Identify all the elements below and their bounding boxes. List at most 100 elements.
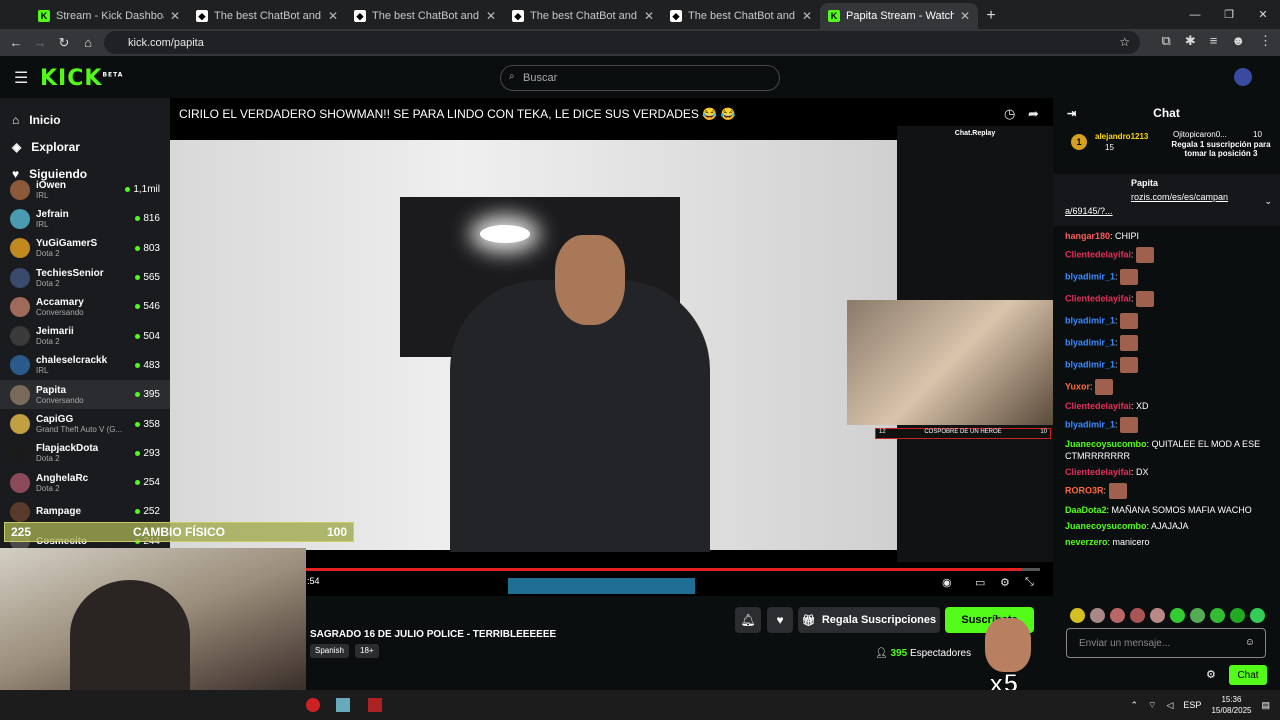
search-input[interactable]: ⌕ Buscar <box>500 65 780 91</box>
emote-shortcut-icon[interactable] <box>1110 608 1125 623</box>
fullscreen-icon[interactable]: ⤡ <box>1025 576 1034 589</box>
tray-chevron-icon[interactable]: ⌃ <box>1130 700 1138 711</box>
browser-tab[interactable]: ◆ The best ChatBot and Widgets ✕ <box>346 3 504 29</box>
profile-icon[interactable]: ☻ <box>1231 33 1245 49</box>
close-window-icon[interactable]: ✕ <box>1246 0 1280 29</box>
follow-heart-icon[interactable]: ♥ <box>767 607 793 633</box>
emote-shortcut-icon[interactable] <box>1130 608 1145 623</box>
app-icon-1[interactable] <box>306 698 320 712</box>
media-icon[interactable]: ≡ <box>1210 33 1218 49</box>
sidebar-nav-item[interactable]: ◈ Explorar <box>0 133 170 160</box>
volume-icon[interactable]: ◁ <box>1167 700 1174 711</box>
wifi-icon[interactable]: ⌔ <box>1148 700 1156 711</box>
clock-icon[interactable]: ◷ <box>1004 106 1015 122</box>
chat-username[interactable]: hangar180 <box>1065 231 1110 241</box>
theater-icon[interactable]: ▭ <box>975 576 985 589</box>
emote-shortcut-icon[interactable] <box>1170 608 1185 623</box>
url-field[interactable]: kick.com/papita ☆ <box>104 31 1140 54</box>
app-icon-2[interactable] <box>336 698 350 712</box>
close-tab-icon[interactable]: ✕ <box>644 9 654 23</box>
emote-shortcut-icon[interactable] <box>1190 608 1205 623</box>
sidebar-channel[interactable]: Jefrain IRL 816 <box>0 204 170 233</box>
expand-pin-icon[interactable]: ⌄ <box>1264 196 1272 207</box>
sidebar-nav-item[interactable]: ⌂ Inicio <box>0 106 170 133</box>
close-tab-icon[interactable]: ✕ <box>328 9 338 23</box>
chat-settings-icon[interactable]: ⚙ <box>1206 668 1216 681</box>
chat-username[interactable]: blyadimir_1 <box>1065 337 1115 347</box>
sidebar-channel[interactable]: Jeimarii Dota 2 504 <box>0 321 170 350</box>
emote-shortcut-icon[interactable] <box>1210 608 1225 623</box>
emote-shortcut-icon[interactable] <box>1230 608 1245 623</box>
chat-username[interactable]: Juanecoysucombo <box>1065 521 1147 531</box>
language-indicator[interactable]: ESP <box>1183 700 1201 710</box>
close-tab-icon[interactable]: ✕ <box>170 9 180 23</box>
gift-subs-button[interactable]: 🎁︎ Regala Suscripciones <box>798 607 940 633</box>
chat-username[interactable]: RORO3R <box>1065 485 1104 495</box>
chat-username[interactable]: DaaDota2 <box>1065 505 1107 515</box>
menu-dots-icon[interactable]: ⋮ <box>1259 33 1272 49</box>
chat-username[interactable]: Clientedelayifai <box>1065 401 1131 411</box>
sidebar-channel[interactable]: chaleselcrackk IRL 483 <box>0 351 170 380</box>
chat-username[interactable]: Clientedelayifai <box>1065 467 1131 477</box>
sidebar-channel[interactable]: CapiGG Grand Theft Auto V (G... 358 <box>0 409 170 438</box>
reload-icon[interactable]: ↻ <box>52 35 76 51</box>
toggle-icon[interactable]: ◉ <box>942 576 952 589</box>
forward-icon[interactable]: → <box>28 35 52 50</box>
pinned-message[interactable]: Papita rozis.com/es/es/campan a/69145/?.… <box>1053 174 1280 226</box>
chat-username[interactable]: Juanecoysucombo <box>1065 439 1147 449</box>
sidebar-channel[interactable]: TechiesSenior Dota 2 565 <box>0 263 170 292</box>
emote-shortcut-icon[interactable] <box>1070 608 1085 623</box>
chat-username[interactable]: Clientedelayifai <box>1065 249 1131 259</box>
browser-tab[interactable]: K Stream - Kick Dashboard ✕ <box>30 3 188 29</box>
notification-icon[interactable]: ▤ <box>1261 700 1270 711</box>
browser-tab[interactable]: ◆ The best ChatBot and Widgets ✕ <box>662 3 820 29</box>
translate-icon[interactable]: ⧉ <box>1162 33 1171 49</box>
share-icon[interactable]: ➦ <box>1028 106 1039 122</box>
emote-shortcut-icon[interactable] <box>1090 608 1105 623</box>
app-icon-3[interactable] <box>368 698 382 712</box>
sidebar-channel[interactable]: AnghelaRc Dota 2 254 <box>0 468 170 497</box>
chat-username[interactable]: Clientedelayifai <box>1065 293 1131 303</box>
extensions-icon[interactable]: ✱ <box>1185 33 1196 49</box>
sidebar-channel[interactable]: Accamary Conversando 546 <box>0 292 170 321</box>
pinned-link-2[interactable]: a/69145/?... <box>1065 206 1113 216</box>
close-tab-icon[interactable]: ✕ <box>486 9 496 23</box>
sidebar-channel[interactable]: YuGiGamerS Dota 2 803 <box>0 234 170 263</box>
chat-username[interactable]: blyadimir_1 <box>1065 419 1115 429</box>
sidebar-channel[interactable]: iOwen IRL 1,1mil <box>0 175 170 204</box>
close-tab-icon[interactable]: ✕ <box>960 9 970 23</box>
sidebar-channel[interactable]: FlapjackDota Dota 2 293 <box>0 439 170 468</box>
settings-icon[interactable]: ⚙ <box>1000 576 1010 589</box>
chat-username[interactable]: neverzero <box>1065 537 1108 547</box>
bookmark-star-icon[interactable]: ☆ <box>1119 35 1130 49</box>
restore-icon[interactable]: ❐ <box>1212 0 1246 29</box>
tag-language[interactable]: Spanish <box>310 644 349 658</box>
browser-tab[interactable]: K Papita Stream - Watch Live ✕ <box>820 3 978 29</box>
kick-logo[interactable]: KICKBETA <box>40 66 123 91</box>
emoji-icon[interactable]: ☺ <box>1245 637 1255 648</box>
chat-username[interactable]: blyadimir_1 <box>1065 359 1115 369</box>
browser-tab[interactable]: ◆ The best ChatBot and Widgets ✕ <box>504 3 662 29</box>
pinned-link[interactable]: rozis.com/es/es/campan <box>1131 192 1228 202</box>
chat-username[interactable]: blyadimir_1 <box>1065 271 1115 281</box>
system-clock[interactable]: 15:36 15/08/2025 <box>1211 694 1251 716</box>
browser-tab[interactable]: ◆ The best ChatBot and Widgets ✕ <box>188 3 346 29</box>
back-icon[interactable]: ← <box>4 35 28 50</box>
tag-age[interactable]: 18+ <box>355 644 379 658</box>
chat-username[interactable]: Yuxor <box>1065 381 1090 391</box>
minimize-icon[interactable]: — <box>1178 0 1212 29</box>
chat-input[interactable]: Enviar un mensaje... ☺ <box>1066 628 1266 658</box>
chat-username[interactable]: blyadimir_1 <box>1065 315 1115 325</box>
sidebar-channel[interactable]: Papita Conversando 395 <box>0 380 170 410</box>
hamburger-menu-icon[interactable]: ☰ <box>14 68 28 88</box>
user-avatar[interactable] <box>1234 68 1252 86</box>
home-browser-icon[interactable]: ⌂ <box>76 35 100 50</box>
close-tab-icon[interactable]: ✕ <box>802 9 812 23</box>
collapse-chat-icon[interactable]: ⇥ <box>1067 107 1076 120</box>
emote-shortcut-icon[interactable] <box>1250 608 1265 623</box>
notify-bell-icon[interactable]: 🔔︎ <box>735 607 761 633</box>
video-progress-bar[interactable] <box>305 568 1040 571</box>
new-tab-button[interactable]: + <box>978 3 1004 29</box>
emote-shortcut-icon[interactable] <box>1150 608 1165 623</box>
send-chat-button[interactable]: Chat <box>1229 665 1267 685</box>
